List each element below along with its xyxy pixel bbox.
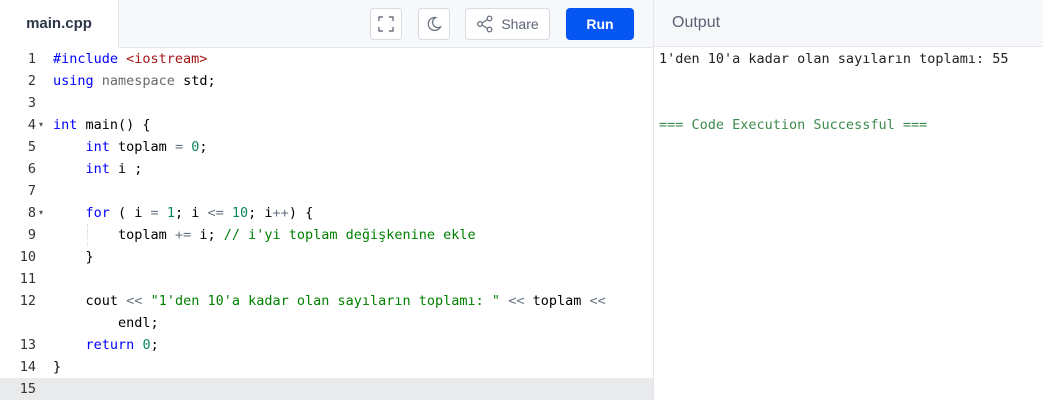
code-line-wrapped: endl; <box>118 315 159 331</box>
line-number: 15 <box>19 381 36 397</box>
code-text-area[interactable]: #include <iostream> using namespace std;… <box>50 48 653 401</box>
line-number: 12 <box>19 293 36 309</box>
line-number: 10 <box>19 249 36 265</box>
fold-arrow-icon[interactable]: ▾ <box>39 202 47 224</box>
output-line: 1'den 10'a kadar olan sayıların toplamı:… <box>659 51 1009 67</box>
share-button[interactable]: Share <box>465 8 550 40</box>
top-bar: main.cpp Share Run Output <box>0 0 1043 48</box>
line-number: 2 <box>27 73 36 89</box>
code-line: cout << "1'den 10'a kadar olan sayıların… <box>85 293 606 309</box>
line-number: 3 <box>27 95 36 111</box>
code-line: toplam += i; // i'yi toplam değişkenine … <box>118 227 476 243</box>
output-header: Output <box>654 0 1043 47</box>
output-title: Output <box>672 14 721 31</box>
code-line: int main() { <box>53 117 151 133</box>
line-number: 13 <box>19 337 36 353</box>
code-line: } <box>85 249 94 265</box>
output-panel: 1'den 10'a kadar olan sayıların toplamı:… <box>654 48 1043 401</box>
file-tab[interactable]: main.cpp <box>0 0 119 48</box>
theme-toggle-button[interactable] <box>418 8 450 40</box>
execution-success-message: === Code Execution Successful === <box>659 117 928 133</box>
line-number: 4 <box>27 117 36 133</box>
run-button[interactable]: Run <box>566 8 634 40</box>
fold-arrow-icon[interactable]: ▾ <box>39 114 47 136</box>
code-line: using namespace std; <box>53 73 216 89</box>
code-line: for ( i = 1; i <= 10; i++) { <box>85 205 314 221</box>
line-number: 1 <box>27 51 36 67</box>
fullscreen-button[interactable] <box>370 8 402 40</box>
line-number: 6 <box>27 161 36 177</box>
line-number: 9 <box>27 227 36 243</box>
line-number: 11 <box>19 271 36 287</box>
code-line: int toplam = 0; <box>85 139 208 155</box>
share-label: Share <box>501 16 539 32</box>
line-number: 5 <box>27 139 36 155</box>
share-icon <box>477 15 493 33</box>
line-number-gutter: 1 2 3 4 ▾ 5 6 7 8 ▾ 9 10 11 12 13 14 15 <box>0 48 50 401</box>
moon-icon <box>427 16 442 32</box>
line-number: 8 <box>27 205 36 221</box>
fullscreen-icon <box>378 16 394 32</box>
code-line: #include <iostream> <box>53 51 208 67</box>
file-tab-label: main.cpp <box>26 15 92 32</box>
code-line: int i ; <box>85 161 143 177</box>
line-number: 7 <box>27 183 36 199</box>
code-line: return 0; <box>85 337 159 353</box>
line-number: 14 <box>19 359 36 375</box>
code-line: } <box>53 359 62 375</box>
code-editor[interactable]: 1 2 3 4 ▾ 5 6 7 8 ▾ 9 10 11 12 13 14 15 … <box>0 48 653 401</box>
